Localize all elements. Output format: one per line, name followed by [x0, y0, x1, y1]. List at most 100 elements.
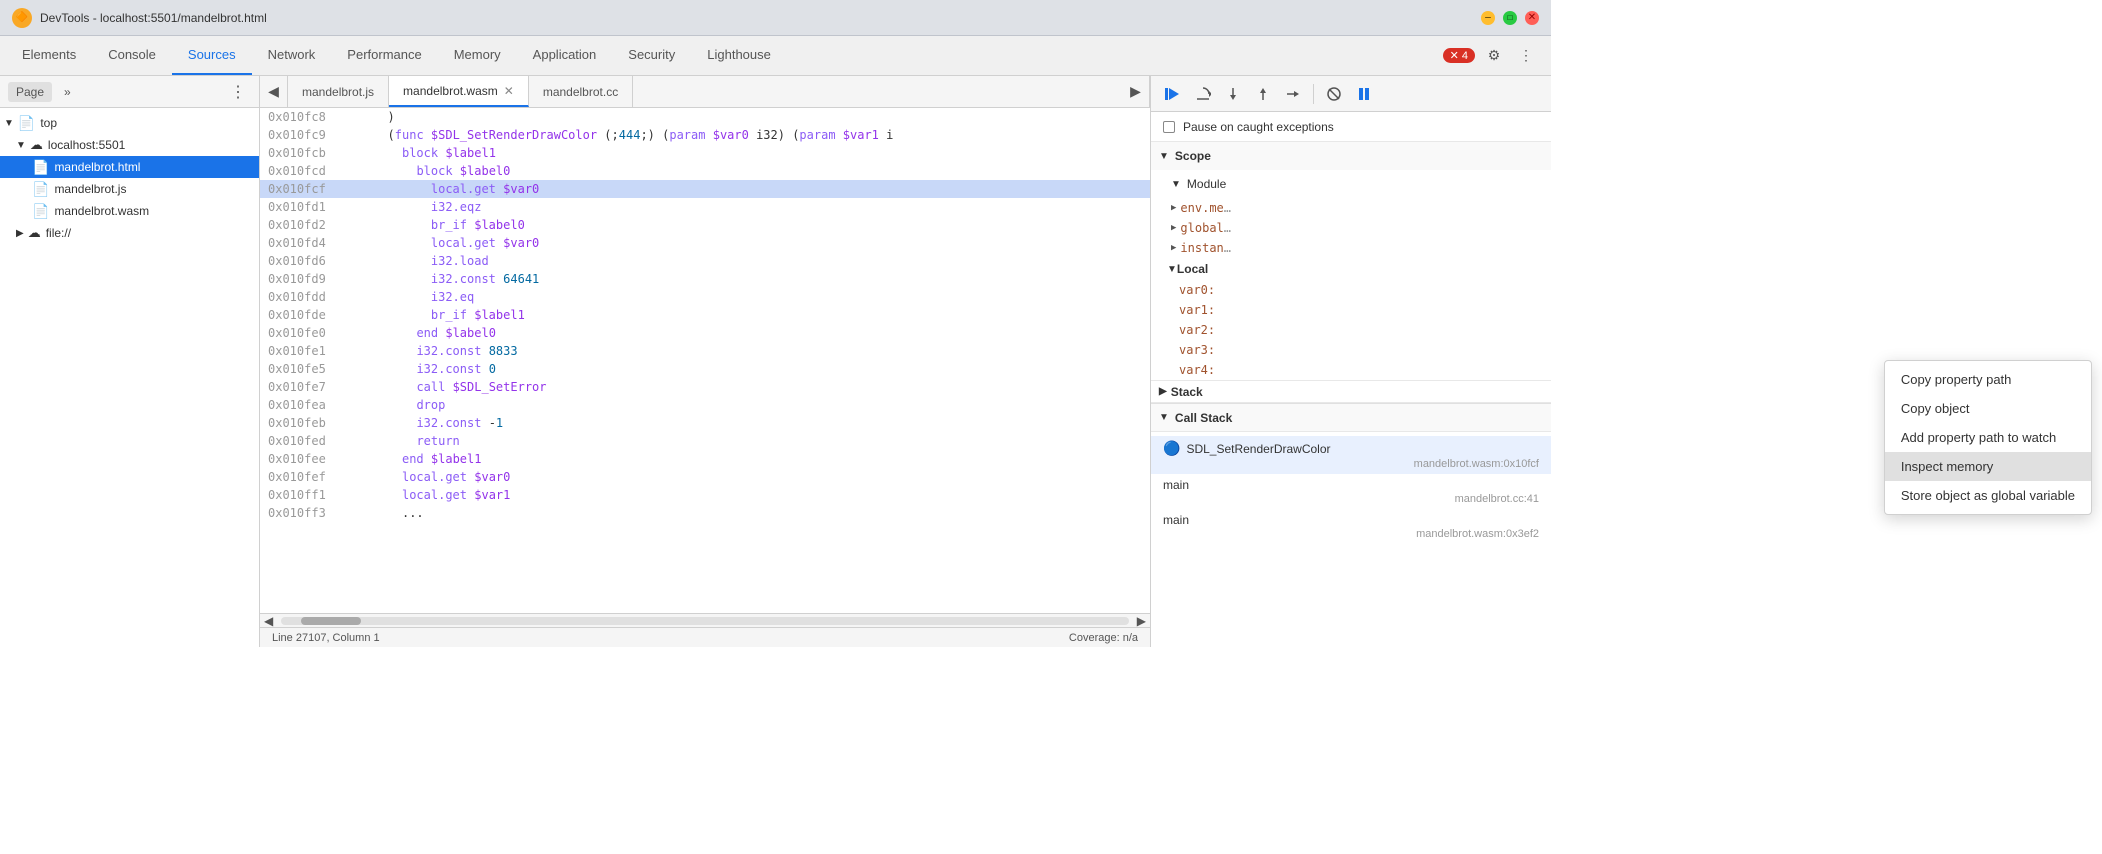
tree-item-file[interactable]: ▶ ☁ file://: [0, 222, 259, 244]
code-line[interactable]: 0x010fcd block $label0: [260, 162, 1150, 180]
right-panel-scroll[interactable]: ▼ Scope ▼ Module ▶ env.me …: [1151, 142, 1551, 647]
local-item-var1[interactable]: var1:: [1151, 300, 1551, 320]
tab-performance[interactable]: Performance: [331, 36, 437, 75]
module-item-global[interactable]: ▶ global …: [1151, 218, 1551, 238]
close-wasm-tab[interactable]: ✕: [504, 84, 514, 98]
scroll-right-btn[interactable]: ▶: [1133, 614, 1150, 628]
pause-exceptions-button[interactable]: [1350, 80, 1378, 108]
code-line[interactable]: 0x010fd1 i32.eqz: [260, 198, 1150, 216]
maximize-button[interactable]: □: [1503, 11, 1517, 25]
code-tab-mandelbrot-js[interactable]: mandelbrot.js: [288, 76, 389, 107]
cs-fn-main-wasm: main: [1163, 513, 1539, 527]
scrollbar-track[interactable]: [281, 617, 1129, 625]
line-content: block $label0: [369, 162, 1150, 180]
code-line[interactable]: 0x010fd4 local.get $var0: [260, 234, 1150, 252]
callstack-item-main-cc[interactable]: main mandelbrot.cc:41: [1151, 474, 1551, 509]
var1-key: var1:: [1179, 303, 1215, 317]
tree-item-mandelbrot-wasm[interactable]: 📄 mandelbrot.wasm: [0, 200, 259, 222]
tab-memory[interactable]: Memory: [438, 36, 517, 75]
code-line[interactable]: 0x010fc9 (func $SDL_SetRenderDrawColor (…: [260, 126, 1150, 144]
code-line[interactable]: 0x010fe5 i32.const 0: [260, 360, 1150, 378]
code-line[interactable]: 0x010fed return: [260, 432, 1150, 450]
stack-section[interactable]: ▶ Stack: [1151, 380, 1551, 402]
local-item-var2[interactable]: var2:: [1151, 320, 1551, 340]
call-stack-header[interactable]: ▼ Call Stack: [1151, 404, 1551, 432]
tree-item-localhost[interactable]: ▼ ☁ localhost:5501: [0, 134, 259, 156]
error-badge[interactable]: ✕ 4: [1443, 48, 1475, 63]
line-address: 0x010fe7: [260, 378, 369, 396]
line-content: i32.eqz: [369, 198, 1150, 216]
pause-caught-checkbox[interactable]: [1163, 121, 1175, 133]
tab-network[interactable]: Network: [252, 36, 332, 75]
module-item-env[interactable]: ▶ env.me …: [1151, 198, 1551, 218]
step-over-button[interactable]: [1189, 80, 1217, 108]
tree-item-mandelbrot-html[interactable]: 📄 mandelbrot.html: [0, 156, 259, 178]
code-tab-mandelbrot-wasm[interactable]: mandelbrot.wasm ✕: [389, 76, 529, 107]
code-line[interactable]: 0x010fe0 end $label0: [260, 324, 1150, 342]
code-line[interactable]: 0x010fd6 i32.load: [260, 252, 1150, 270]
collapse-panel-btn[interactable]: ◀: [260, 76, 288, 107]
arrow-localhost: ▼: [16, 140, 26, 151]
icon-localhost: ☁: [30, 137, 43, 153]
step-button[interactable]: [1279, 80, 1307, 108]
code-line[interactable]: 0x010fea drop: [260, 396, 1150, 414]
code-line[interactable]: 0x010ff1 local.get $var1: [260, 486, 1150, 504]
scroll-left-btn[interactable]: ◀: [260, 614, 277, 628]
code-line[interactable]: 0x010fcb block $label1: [260, 144, 1150, 162]
code-line[interactable]: 0x010fde br_if $label1: [260, 306, 1150, 324]
module-header[interactable]: ▼ Module: [1151, 170, 1551, 198]
close-button[interactable]: ✕: [1525, 11, 1539, 25]
error-x-icon: ✕: [1450, 49, 1459, 62]
code-area[interactable]: 0x010fc8 )0x010fc9 (func $SDL_SetRenderD…: [260, 108, 1150, 613]
panel-more-btn[interactable]: ⋮: [225, 79, 251, 105]
icon-wasm: 📄: [32, 203, 49, 220]
minimize-button[interactable]: ─: [1481, 11, 1495, 25]
callstack-item-main-wasm[interactable]: main mandelbrot.wasm:0x3ef2: [1151, 509, 1551, 544]
tab-application[interactable]: Application: [517, 36, 613, 75]
local-item-var3[interactable]: var3:: [1151, 340, 1551, 360]
page-tab[interactable]: Page: [8, 82, 52, 102]
code-line[interactable]: 0x010fc8 ): [260, 108, 1150, 126]
module-item-instan[interactable]: ▶ instan …: [1151, 238, 1551, 258]
more-options-button[interactable]: ⋮: [1513, 43, 1539, 69]
tree-item-top[interactable]: ▼ 📄 top: [0, 112, 259, 134]
label-mandelbrot-wasm: mandelbrot.wasm: [54, 204, 149, 218]
scope-header[interactable]: ▼ Scope: [1151, 142, 1551, 170]
code-line[interactable]: 0x010fe7 call $SDL_SetError: [260, 378, 1150, 396]
step-into-button[interactable]: [1219, 80, 1247, 108]
code-line[interactable]: 0x010ff3 ...: [260, 504, 1150, 522]
more-tabs-btn[interactable]: »: [56, 82, 79, 102]
settings-button[interactable]: ⚙: [1481, 43, 1507, 69]
deactivate-button[interactable]: [1320, 80, 1348, 108]
callstack-item-sdl[interactable]: 🔵 SDL_SetRenderDrawColor mandelbrot.wasm…: [1151, 436, 1551, 474]
local-item-var4[interactable]: var4:: [1151, 360, 1551, 380]
local-item-var0[interactable]: var0:: [1151, 280, 1551, 300]
horizontal-scrollbar[interactable]: ◀ ▶: [260, 613, 1150, 627]
code-line[interactable]: 0x010fd2 br_if $label0: [260, 216, 1150, 234]
local-header[interactable]: ▼ Local: [1151, 258, 1551, 280]
tab-sources[interactable]: Sources: [172, 36, 252, 75]
tab-elements[interactable]: Elements: [6, 36, 92, 75]
line-content: end $label0: [369, 324, 1150, 342]
scrollbar-thumb[interactable]: [301, 617, 361, 625]
code-line[interactable]: 0x010feb i32.const -1: [260, 414, 1150, 432]
tree-item-mandelbrot-js[interactable]: 📄 mandelbrot.js: [0, 178, 259, 200]
tab-lighthouse[interactable]: Lighthouse: [691, 36, 787, 75]
env-arrow: ▶: [1171, 203, 1176, 213]
line-address: 0x010fd2: [260, 216, 369, 234]
tab-console[interactable]: Console: [92, 36, 172, 75]
step-out-button[interactable]: [1249, 80, 1277, 108]
code-line[interactable]: 0x010fee end $label1: [260, 450, 1150, 468]
code-line[interactable]: 0x010fd9 i32.const 64641: [260, 270, 1150, 288]
resume-button[interactable]: [1159, 80, 1187, 108]
line-address: 0x010fd1: [260, 198, 369, 216]
expand-panel-btn[interactable]: ▶: [1122, 76, 1150, 107]
icon-file: ☁: [28, 225, 41, 241]
code-line[interactable]: 0x010fe1 i32.const 8833: [260, 342, 1150, 360]
tab-security[interactable]: Security: [612, 36, 691, 75]
code-line[interactable]: 0x010fef local.get $var0: [260, 468, 1150, 486]
code-line[interactable]: 0x010fdd i32.eq: [260, 288, 1150, 306]
code-tab-mandelbrot-cc[interactable]: mandelbrot.cc: [529, 76, 633, 107]
line-content: end $label1: [369, 450, 1150, 468]
code-line[interactable]: 0x010fcf local.get $var0: [260, 180, 1150, 198]
